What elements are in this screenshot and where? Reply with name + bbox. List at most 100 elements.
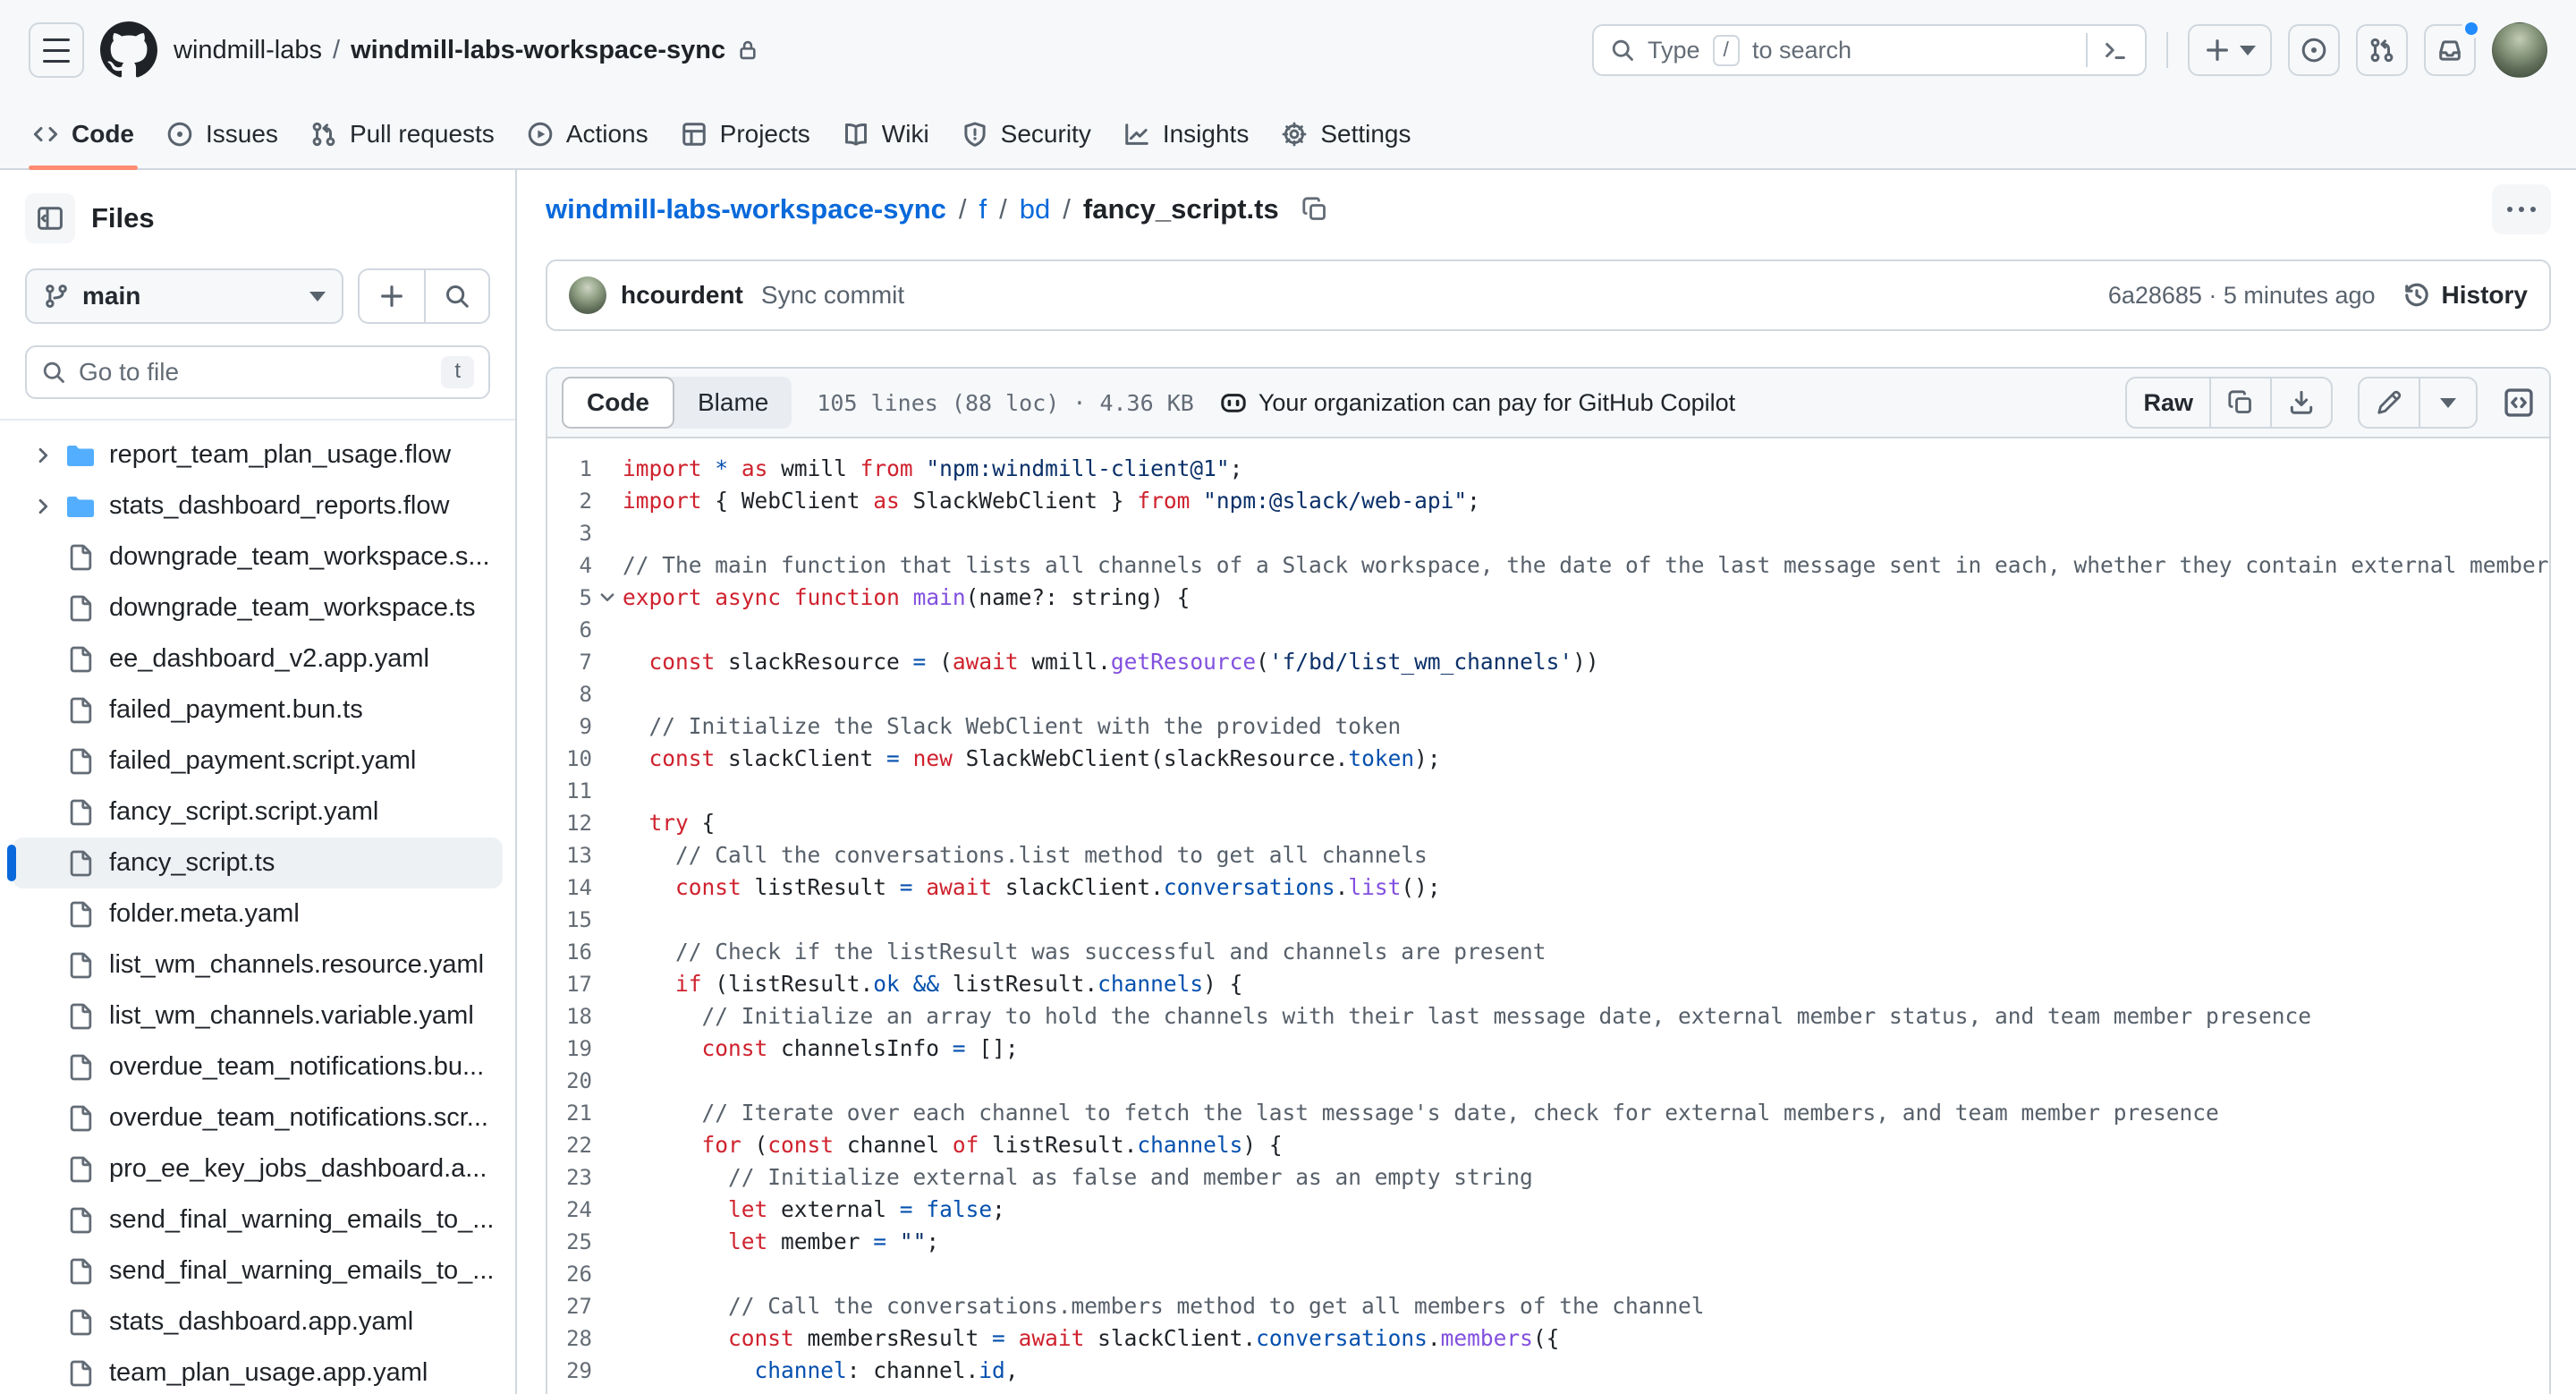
tree-row[interactable]: downgrade_team_workspace.s...	[13, 531, 503, 582]
add-file-button[interactable]	[360, 270, 424, 322]
line-number[interactable]: 12	[547, 807, 592, 839]
collapse-sidebar-button[interactable]	[25, 193, 75, 243]
raw-actions-group: Raw	[2125, 377, 2333, 429]
chevron-right-icon[interactable]	[32, 496, 66, 517]
line-number[interactable]: 15	[547, 904, 592, 936]
line-number[interactable]: 20	[547, 1065, 592, 1097]
issues-header-button[interactable]	[2288, 24, 2340, 76]
repo-owner-link[interactable]: windmill-labs	[174, 36, 322, 65]
raw-button[interactable]: Raw	[2127, 378, 2209, 427]
github-logo-icon[interactable]	[99, 21, 157, 79]
line-number[interactable]: 3	[547, 517, 592, 549]
commit-message[interactable]: Sync commit	[761, 281, 904, 310]
tree-row[interactable]: failed_payment.bun.ts	[13, 684, 503, 735]
commit-sha-and-time[interactable]: 6a28685 · 5 minutes ago	[2108, 282, 2376, 310]
line-number[interactable]: 4	[547, 549, 592, 582]
line-number[interactable]: 8	[547, 678, 592, 710]
tree-row[interactable]: folder.meta.yaml	[13, 888, 503, 939]
tree-row[interactable]: send_final_warning_emails_to_...	[13, 1194, 503, 1245]
tab-actions[interactable]: Actions	[511, 100, 665, 168]
go-to-file-input[interactable]: Go to file t	[25, 345, 490, 399]
command-palette-icon[interactable]	[2086, 33, 2129, 67]
tree-row[interactable]: overdue_team_notifications.scr...	[13, 1092, 503, 1143]
line-number[interactable]: 2	[547, 485, 592, 517]
hamburger-menu-button[interactable]	[29, 22, 84, 78]
tab-insights[interactable]: Insights	[1107, 100, 1266, 168]
tab-projects[interactable]: Projects	[665, 100, 826, 168]
line-number[interactable]: 25	[547, 1226, 592, 1258]
tab-pull-requests[interactable]: Pull requests	[294, 100, 511, 168]
download-button[interactable]	[2270, 378, 2331, 427]
line-number[interactable]: 14	[547, 871, 592, 904]
line-number[interactable]: 24	[547, 1194, 592, 1226]
line-number[interactable]: 1	[547, 453, 592, 485]
edit-dropdown-button[interactable]	[2419, 378, 2476, 427]
file-options-button[interactable]	[2492, 184, 2551, 234]
code-tab[interactable]: Code	[562, 377, 674, 429]
line-number[interactable]: 18	[547, 1000, 592, 1033]
tree-row[interactable]: report_team_plan_usage.flow	[13, 429, 503, 480]
commit-author-avatar[interactable]	[569, 276, 606, 314]
line-number[interactable]: 19	[547, 1033, 592, 1065]
commit-author[interactable]: hcourdent	[621, 281, 743, 310]
line-number[interactable]: 16	[547, 936, 592, 968]
line-number[interactable]: 26	[547, 1258, 592, 1290]
line-number[interactable]: 28	[547, 1322, 592, 1355]
line-number[interactable]: 29	[547, 1355, 592, 1387]
copy-file-button[interactable]	[2209, 378, 2270, 427]
tree-row[interactable]: failed_payment.script.yaml	[13, 735, 503, 786]
tree-row[interactable]: fancy_script.script.yaml	[13, 786, 503, 837]
fold-chevron-icon[interactable]	[592, 582, 623, 614]
tab-issues[interactable]: Issues	[150, 100, 294, 168]
tree-row[interactable]: team_plan_usage.app.yaml	[13, 1347, 503, 1394]
tree-row[interactable]: pro_ee_key_jobs_dashboard.a...	[13, 1143, 503, 1194]
tree-row[interactable]: downgrade_team_workspace.ts	[13, 582, 503, 633]
line-number[interactable]: 21	[547, 1097, 592, 1129]
copy-path-button[interactable]	[1293, 188, 1336, 231]
line-number[interactable]: 11	[547, 775, 592, 807]
tree-row[interactable]: stats_dashboard_reports.flow	[13, 480, 503, 531]
tree-row[interactable]: list_wm_channels.resource.yaml	[13, 939, 503, 990]
line-number[interactable]: 27	[547, 1290, 592, 1322]
line-number[interactable]: 23	[547, 1161, 592, 1194]
tree-row[interactable]: send_final_warning_emails_to_...	[13, 1245, 503, 1296]
global-search-input[interactable]: Type / to search	[1592, 24, 2147, 76]
user-avatar[interactable]	[2492, 22, 2547, 78]
line-number[interactable]: 13	[547, 839, 592, 871]
tab-security[interactable]: Security	[945, 100, 1107, 168]
tree-row[interactable]: ee_dashboard_v2.app.yaml	[13, 633, 503, 684]
repo-name-link[interactable]: windmill-labs-workspace-sync	[351, 36, 725, 65]
branch-selector[interactable]: main	[25, 268, 343, 324]
breadcrumb-dir-link[interactable]: bd	[1020, 193, 1050, 225]
history-button[interactable]: History	[2402, 281, 2528, 310]
line-number[interactable]: 5	[547, 582, 592, 614]
line-number[interactable]: 10	[547, 743, 592, 775]
tree-row[interactable]: fancy_script.ts	[7, 837, 503, 888]
pull-requests-header-button[interactable]	[2356, 24, 2408, 76]
line-number[interactable]: 6	[547, 614, 592, 646]
search-tree-button[interactable]	[424, 270, 488, 322]
edit-file-button[interactable]	[2360, 378, 2419, 427]
line-number[interactable]: 22	[547, 1129, 592, 1161]
blame-tab[interactable]: Blame	[674, 377, 792, 429]
tree-row[interactable]: overdue_team_notifications.bu...	[13, 1041, 503, 1092]
tree-row[interactable]: list_wm_channels.variable.yaml	[13, 990, 503, 1041]
tab-settings[interactable]: Settings	[1265, 100, 1427, 168]
create-new-button[interactable]	[2188, 24, 2272, 76]
breadcrumb-repo-link[interactable]: windmill-labs-workspace-sync	[546, 193, 946, 225]
symbols-panel-button[interactable]	[2503, 387, 2535, 419]
breadcrumb-dir-link[interactable]: f	[979, 193, 987, 225]
tree-row[interactable]: stats_dashboard.app.yaml	[13, 1296, 503, 1347]
copilot-banner[interactable]: Your organization can pay for GitHub Cop…	[1219, 388, 1735, 417]
line-number[interactable]: 9	[547, 710, 592, 743]
line-number[interactable]: 7	[547, 646, 592, 678]
line-number[interactable]: 17	[547, 968, 592, 1000]
inbox-button[interactable]	[2424, 19, 2481, 76]
lock-icon	[736, 38, 759, 62]
tab-code[interactable]: Code	[16, 100, 150, 170]
chevron-right-icon[interactable]	[32, 445, 66, 466]
tab-wiki[interactable]: Wiki	[826, 100, 945, 168]
search-icon	[446, 285, 469, 308]
